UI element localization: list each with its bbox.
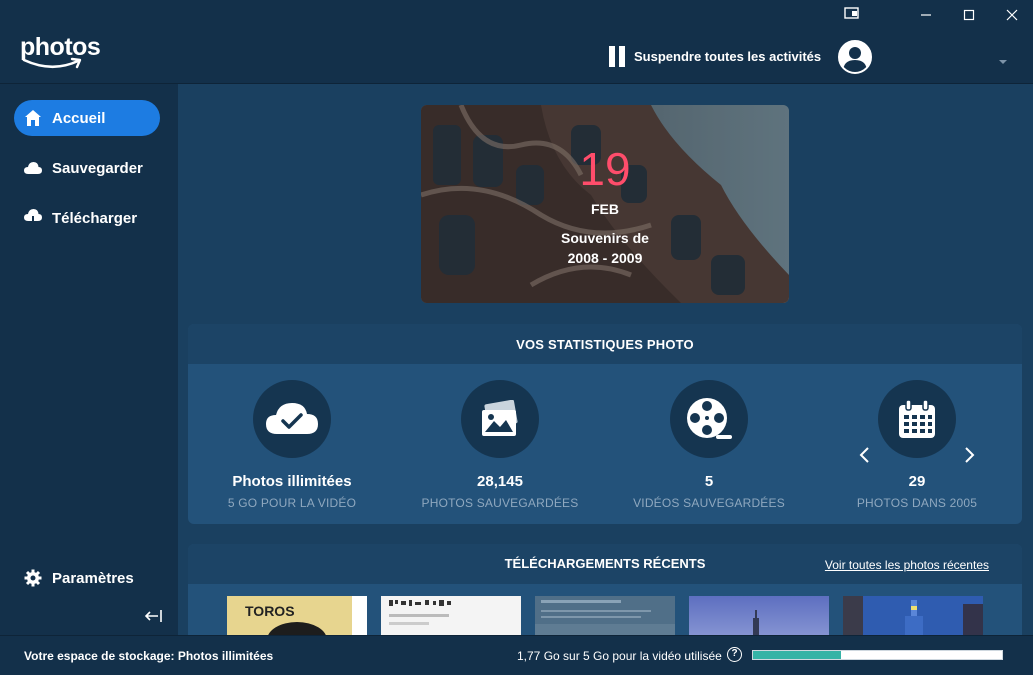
user-icon xyxy=(843,47,867,72)
chevron-left-icon xyxy=(859,447,869,463)
pause-all-button[interactable]: Suspendre toutes les activités xyxy=(609,44,821,68)
cloud-check-icon xyxy=(266,403,318,434)
status-bar: Votre espace de stockage: Photos illimit… xyxy=(0,635,1033,675)
stat-caption: 5 GO POUR LA VIDÉO xyxy=(227,496,357,510)
chevron-down-icon xyxy=(999,60,1007,64)
memory-title: Souvenirs de xyxy=(561,230,649,246)
close-button[interactable] xyxy=(990,0,1033,30)
sidebar-item-label: Télécharger xyxy=(52,209,138,227)
stats-title: VOS STATISTIQUES PHOTO xyxy=(188,324,1022,364)
stat-photos-saved: 28,145 PHOTOS SAUVEGARDÉES xyxy=(400,380,600,510)
gear-icon xyxy=(24,569,42,587)
sidebar-item-telecharger[interactable]: Télécharger xyxy=(14,200,160,236)
maximize-icon xyxy=(963,9,974,21)
stat-value: 5 xyxy=(704,473,714,490)
home-icon xyxy=(24,109,42,127)
storage-progress-bar xyxy=(752,650,1003,660)
storage-plan-label: Votre espace de stockage: Photos illimit… xyxy=(24,649,274,663)
stat-value: 28,145 xyxy=(477,473,523,490)
stat-unlimited-photos: Photos illimitées 5 GO POUR LA VIDÉO xyxy=(192,380,392,510)
help-icon[interactable]: ? xyxy=(727,647,742,662)
chevron-right-icon xyxy=(965,447,975,463)
film-reel-icon xyxy=(687,398,732,439)
maximize-button[interactable] xyxy=(947,0,990,30)
sidebar-item-label: Sauvegarder xyxy=(52,159,143,177)
title-bar: photos Suspendre toutes les activités xyxy=(0,0,1033,84)
photo-stats-panel: VOS STATISTIQUES PHOTO Photos illimitées… xyxy=(188,324,1022,524)
pause-icon xyxy=(609,45,625,67)
collapse-arrow-icon xyxy=(144,610,162,622)
window-controls xyxy=(904,0,1033,30)
stat-caption: PHOTOS SAUVEGARDÉES xyxy=(421,496,579,510)
recent-uploads-panel: TÉLÉCHARGEMENTS RÉCENTS Voir toutes les … xyxy=(188,544,1022,635)
snap-layout-icon[interactable] xyxy=(843,6,861,22)
stat-value: Photos illimitées xyxy=(232,473,352,490)
recent-thumbnail[interactable] xyxy=(535,596,675,635)
video-usage-text: 1,77 Go sur 5 Go pour la vidéo utilisée xyxy=(517,649,722,663)
storage-progress-fill xyxy=(753,651,842,659)
pause-all-label: Suspendre toutes les activités xyxy=(634,48,822,64)
main-content: 19 FEB Souvenirs de 2008 - 2009 VOS STAT… xyxy=(178,84,1033,635)
minimize-button[interactable] xyxy=(904,0,947,30)
stat-value: 29 xyxy=(908,473,926,490)
stat-photos-in-year: 29 PHOTOS DANS 2005 xyxy=(817,380,1017,510)
memory-card[interactable]: 19 FEB Souvenirs de 2008 - 2009 xyxy=(421,105,789,303)
recent-thumbnail[interactable]: TOROS xyxy=(227,596,367,635)
settings-label: Paramètres xyxy=(52,569,134,587)
calendar-icon xyxy=(899,399,935,438)
recent-thumbnail[interactable] xyxy=(689,596,829,635)
see-all-recent-link[interactable]: Voir toutes les photos récentes xyxy=(825,558,989,572)
next-year-button[interactable] xyxy=(962,446,976,464)
sidebar-item-label: Accueil xyxy=(52,109,106,127)
recent-thumbnail[interactable] xyxy=(843,596,983,635)
memory-day: 19 xyxy=(579,143,631,195)
collapse-sidebar-button[interactable] xyxy=(144,607,164,625)
cloud-icon xyxy=(24,159,42,177)
avatar[interactable] xyxy=(838,40,872,74)
cloud-download-icon xyxy=(24,209,42,227)
recent-thumbnail[interactable] xyxy=(381,596,521,635)
previous-year-button[interactable] xyxy=(858,446,872,464)
memory-years: 2008 - 2009 xyxy=(567,250,643,266)
user-menu-dropdown[interactable] xyxy=(998,52,1008,70)
stat-caption: PHOTOS DANS 2005 xyxy=(856,496,978,510)
minimize-icon xyxy=(920,14,931,16)
sidebar: Accueil Sauvegarder Télécharger Paramètr… xyxy=(0,84,178,635)
photo-icon xyxy=(482,400,518,436)
sidebar-item-sauvegarder[interactable]: Sauvegarder xyxy=(14,150,160,186)
memory-month: FEB xyxy=(591,201,619,217)
logo-text: photos xyxy=(20,33,101,61)
app-logo: photos xyxy=(20,33,101,71)
stat-caption: VIDÉOS SAUVEGARDÉES xyxy=(633,496,785,510)
sidebar-item-accueil[interactable]: Accueil xyxy=(14,100,160,136)
thumb-text: TOROS xyxy=(245,603,295,619)
close-icon xyxy=(1006,9,1017,21)
stat-videos-saved: 5 VIDÉOS SAUVEGARDÉES xyxy=(609,380,809,510)
settings-button[interactable]: Paramètres xyxy=(14,560,160,596)
